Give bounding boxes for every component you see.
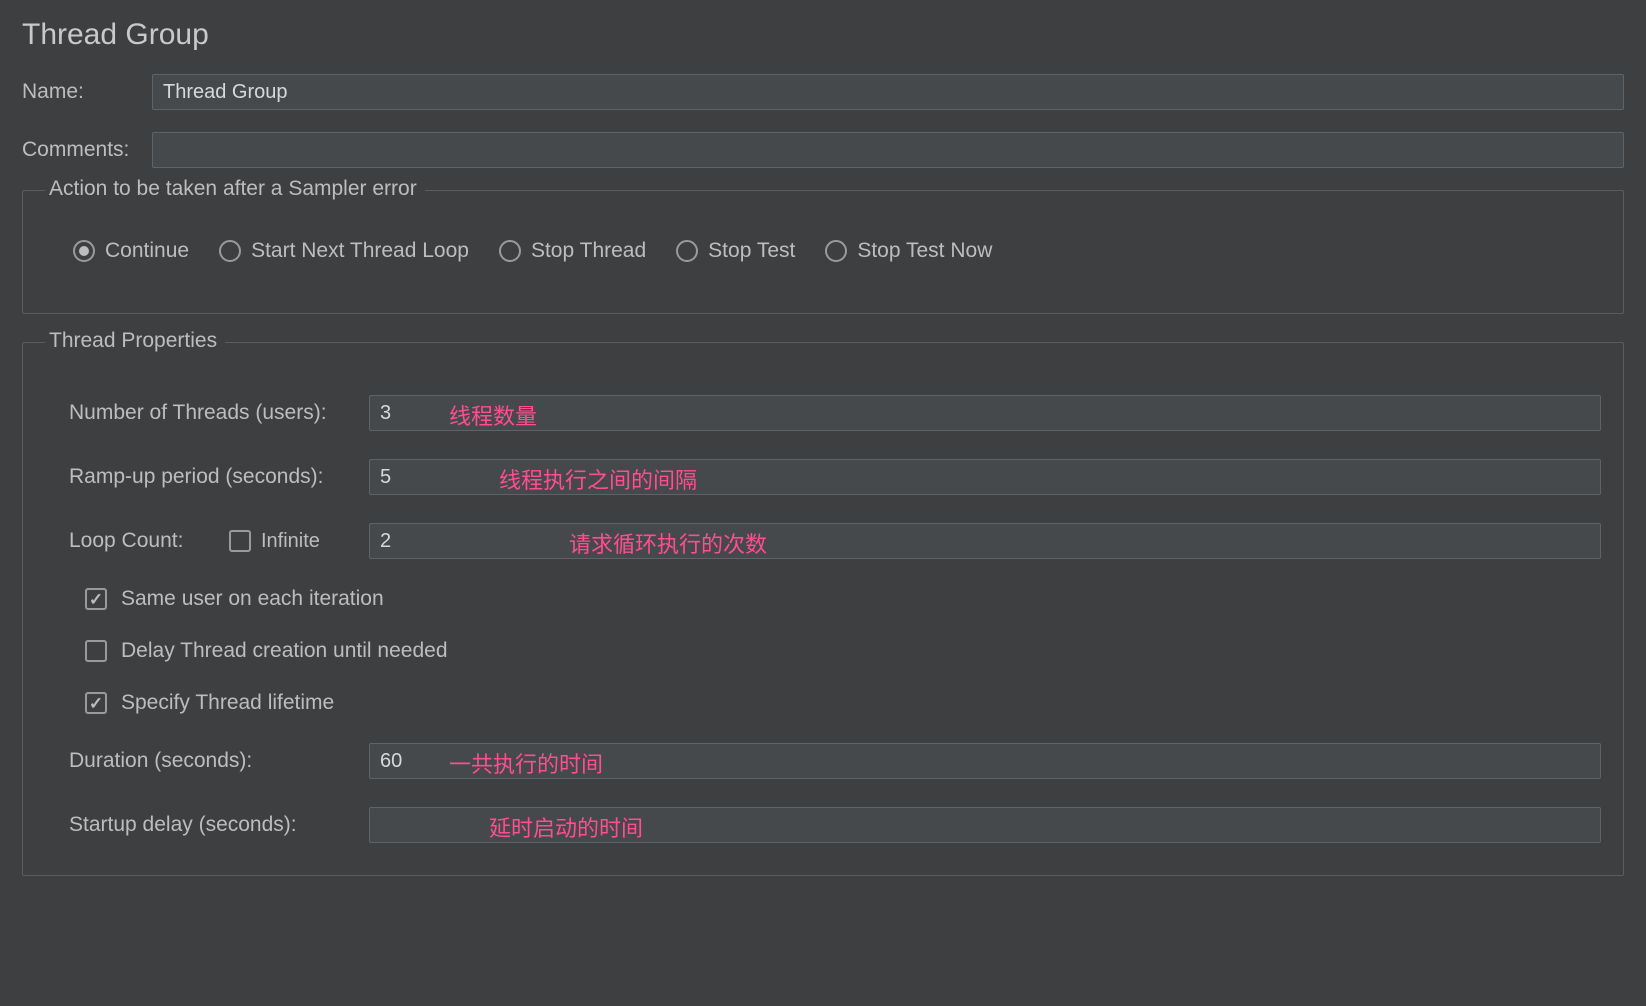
infinite-label: Infinite [261, 530, 320, 553]
radio-icon [73, 240, 95, 262]
radio-continue[interactable]: Continue [73, 239, 189, 263]
thread-props-fieldset: Thread Properties Number of Threads (use… [22, 342, 1624, 876]
ramp-input[interactable] [369, 459, 1601, 495]
radio-stop-thread[interactable]: Stop Thread [499, 239, 646, 263]
name-label: Name: [22, 80, 152, 104]
delay-thread-checkbox[interactable] [85, 640, 107, 662]
num-threads-label: Number of Threads (users): [69, 401, 369, 425]
ramp-label: Ramp-up period (seconds): [69, 465, 369, 489]
loop-count-label: Loop Count: [69, 529, 229, 553]
comments-label: Comments: [22, 138, 152, 162]
radio-stop-test[interactable]: Stop Test [676, 239, 795, 263]
action-fieldset: Action to be taken after a Sampler error… [22, 190, 1624, 314]
radio-start-next-loop[interactable]: Start Next Thread Loop [219, 239, 469, 263]
radio-label: Continue [105, 239, 189, 263]
radio-icon [219, 240, 241, 262]
same-user-label: Same user on each iteration [121, 587, 384, 611]
specify-lifetime-label: Specify Thread lifetime [121, 691, 334, 715]
comments-input[interactable] [152, 132, 1624, 168]
duration-label: Duration (seconds): [69, 749, 369, 773]
specify-lifetime-checkbox[interactable] [85, 692, 107, 714]
loop-count-input[interactable] [369, 523, 1601, 559]
radio-label: Stop Thread [531, 239, 646, 263]
thread-props-legend: Thread Properties [45, 329, 225, 353]
same-user-checkbox[interactable] [85, 588, 107, 610]
num-threads-input[interactable] [369, 395, 1601, 431]
name-input[interactable] [152, 74, 1624, 110]
infinite-checkbox[interactable] [229, 530, 251, 552]
radio-icon [825, 240, 847, 262]
delay-thread-label: Delay Thread creation until needed [121, 639, 448, 663]
radio-icon [499, 240, 521, 262]
action-legend: Action to be taken after a Sampler error [45, 177, 425, 201]
startup-delay-input[interactable] [369, 807, 1601, 843]
radio-label: Stop Test Now [857, 239, 992, 263]
page-title: Thread Group [22, 18, 1624, 52]
radio-label: Stop Test [708, 239, 795, 263]
radio-stop-test-now[interactable]: Stop Test Now [825, 239, 992, 263]
duration-input[interactable] [369, 743, 1601, 779]
startup-delay-label: Startup delay (seconds): [69, 813, 369, 837]
radio-icon [676, 240, 698, 262]
radio-label: Start Next Thread Loop [251, 239, 469, 263]
